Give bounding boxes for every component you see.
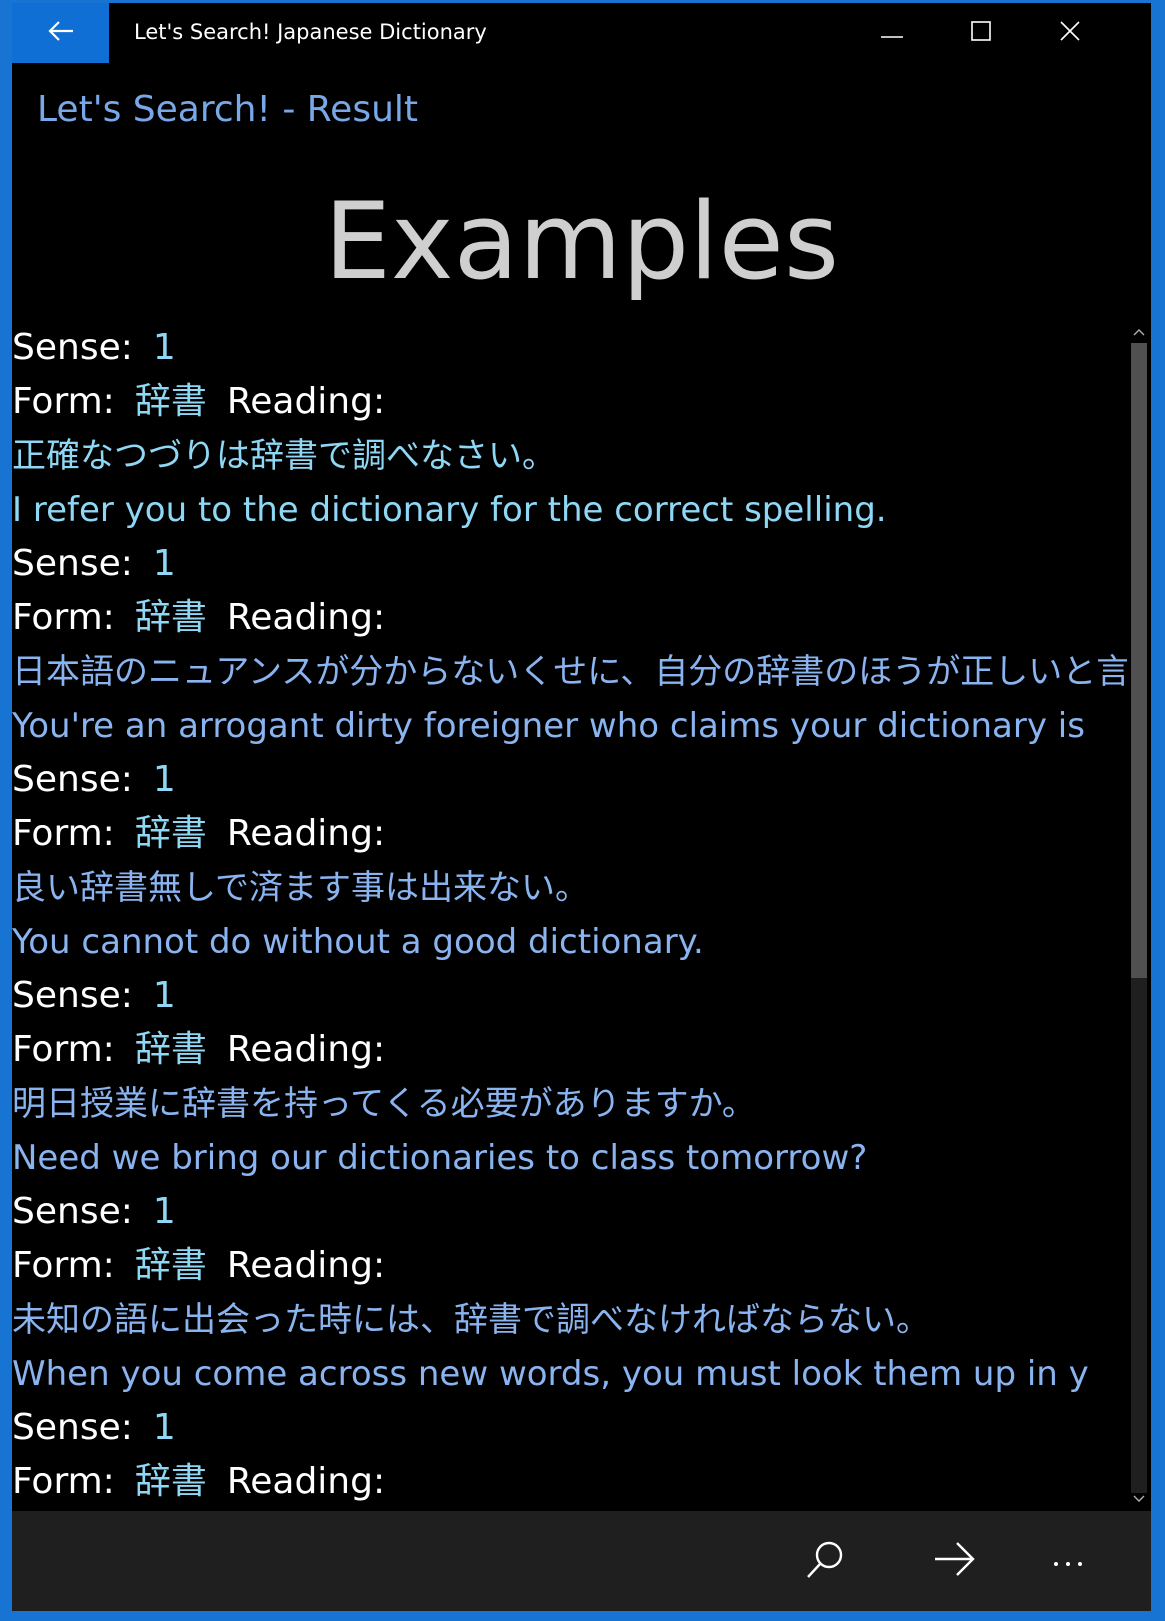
form-row: Form: 辞書 Reading:	[12, 1023, 1127, 1077]
form-value: 辞書	[134, 1245, 207, 1286]
sense-label: Sense:	[12, 543, 133, 584]
form-value: 辞書	[134, 1461, 207, 1501]
form-label: Form:	[12, 1461, 115, 1501]
search-icon	[803, 1537, 847, 1585]
more-button[interactable]	[1018, 1511, 1118, 1611]
examples-list[interactable]: Sense: 1 Form: 辞書 Reading: 正確なつづりは辞書で調べなさい。…	[12, 321, 1127, 1501]
sense-value: 1	[152, 759, 176, 800]
form-value: 辞書	[134, 597, 207, 638]
form-row: Form: 辞書 Reading:	[12, 1455, 1127, 1501]
japanese-sentence: 正確なつづりは辞書で調べなさい。	[12, 436, 556, 476]
go-forward-button[interactable]	[905, 1511, 1005, 1611]
form-label: Form:	[12, 1245, 115, 1286]
form-label: Form:	[12, 381, 115, 422]
sense-value: 1	[152, 327, 176, 368]
sense-row: Sense: 1	[12, 753, 1127, 807]
close-button[interactable]	[1024, 3, 1116, 63]
form-value: 辞書	[134, 1029, 207, 1070]
form-row: Form: 辞書 Reading:	[12, 375, 1127, 429]
window-title: Let's Search! Japanese Dictionary	[134, 20, 487, 44]
sense-value: 1	[152, 1191, 176, 1232]
close-icon	[1060, 21, 1080, 45]
reading-label: Reading:	[226, 1245, 386, 1286]
minimize-icon	[881, 24, 903, 43]
sense-row: Sense: 1	[12, 321, 1127, 375]
scrollbar-thumb[interactable]	[1131, 343, 1147, 978]
sense-value: 1	[152, 975, 176, 1016]
minimize-button[interactable]	[846, 3, 938, 63]
more-icon	[1053, 1552, 1083, 1571]
sense-label: Sense:	[12, 1407, 133, 1448]
english-translation: I refer you to the dictionary for the co…	[12, 490, 887, 530]
sense-value: 1	[152, 543, 176, 584]
form-label: Form:	[12, 597, 115, 638]
scroll-up-button[interactable]	[1127, 321, 1151, 343]
reading-label: Reading:	[226, 1029, 386, 1070]
scrollbar-track[interactable]	[1131, 978, 1147, 1493]
scroll-down-button[interactable]	[1127, 1488, 1151, 1510]
japanese-sentence: 未知の語に出会った時には、辞書で調べなければならない。	[12, 1300, 930, 1340]
english-translation: Need we bring our dictionaries to class …	[12, 1138, 868, 1178]
english-translation: When you come across new words, you must…	[12, 1354, 1089, 1394]
forward-arrow-icon	[933, 1539, 977, 1583]
command-bar	[12, 1511, 1151, 1611]
back-arrow-icon	[47, 19, 75, 47]
form-label: Form:	[12, 1029, 115, 1070]
reading-label: Reading:	[226, 381, 386, 422]
japanese-sentence: 日本語のニュアンスが分からないくせに、自分の辞書のほうが正しいと言い	[12, 652, 1127, 692]
sense-label: Sense:	[12, 759, 133, 800]
title-bar: Let's Search! Japanese Dictionary	[12, 3, 1151, 63]
maximize-button[interactable]	[935, 3, 1027, 63]
back-button[interactable]	[12, 3, 109, 63]
sense-row: Sense: 1	[12, 1185, 1127, 1239]
app-window: Let's Search! Japanese Dictionary Let's …	[12, 3, 1151, 1611]
chevron-up-icon	[1133, 324, 1145, 340]
form-value: 辞書	[134, 813, 207, 854]
chevron-down-icon	[1133, 1491, 1145, 1507]
sense-value: 1	[152, 1407, 176, 1448]
sense-label: Sense:	[12, 1191, 133, 1232]
search-button[interactable]	[775, 1511, 875, 1611]
sense-row: Sense: 1	[12, 537, 1127, 591]
sense-label: Sense:	[12, 327, 133, 368]
english-translation: You're an arrogant dirty foreigner who c…	[12, 706, 1085, 746]
sense-label: Sense:	[12, 975, 133, 1016]
form-label: Form:	[12, 813, 115, 854]
page-title: Examples	[323, 180, 840, 303]
form-value: 辞書	[134, 381, 207, 422]
form-row: Form: 辞書 Reading:	[12, 591, 1127, 645]
reading-label: Reading:	[226, 813, 386, 854]
form-row: Form: 辞書 Reading:	[12, 1239, 1127, 1293]
form-row: Form: 辞書 Reading:	[12, 807, 1127, 861]
reading-label: Reading:	[226, 597, 386, 638]
reading-label: Reading:	[226, 1461, 386, 1501]
sense-row: Sense: 1	[12, 969, 1127, 1023]
sense-row: Sense: 1	[12, 1401, 1127, 1455]
maximize-icon	[971, 21, 991, 45]
app-header: Let's Search! - Result	[37, 89, 419, 130]
japanese-sentence: 明日授業に辞書を持ってくる必要がありますか。	[12, 1084, 756, 1124]
japanese-sentence: 良い辞書無しで済ます事は出来ない。	[12, 868, 589, 908]
english-translation: You cannot do without a good dictionary.	[12, 922, 704, 962]
